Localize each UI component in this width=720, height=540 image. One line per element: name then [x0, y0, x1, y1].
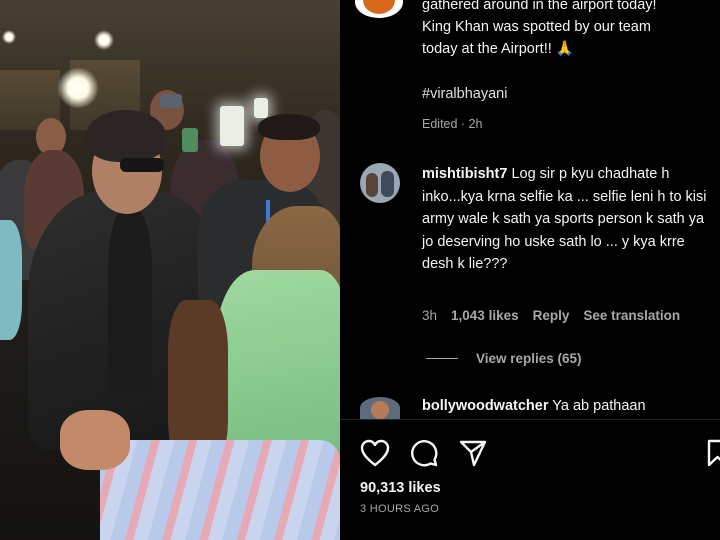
heart-icon[interactable] [360, 439, 390, 467]
see-translation-button[interactable]: See translation [583, 308, 680, 323]
share-icon[interactable] [458, 438, 488, 468]
post-timestamp: 3 HOURS AGO [360, 503, 440, 515]
hashtag-link[interactable]: #viralbhayani [422, 86, 507, 102]
edited-timestamp: Edited · 2h [422, 117, 483, 131]
view-replies-button[interactable]: View replies (65) [426, 351, 582, 366]
comment-icon[interactable] [409, 438, 439, 468]
author-avatar[interactable] [355, 0, 403, 18]
commenter-avatar[interactable] [360, 163, 400, 203]
comment-likes[interactable]: 1,043 likes [451, 308, 519, 323]
bookmark-icon[interactable] [706, 439, 720, 467]
commenter-avatar[interactable] [360, 397, 400, 419]
comment-time: 3h [422, 308, 438, 323]
comment-username[interactable]: mishtibisht7 [422, 166, 507, 182]
like-count[interactable]: 90,313 likes [360, 480, 441, 496]
comment-username[interactable]: bollywoodwatcher [422, 398, 549, 414]
comment-text: bollywoodwatcher Ya ab pathaan [422, 398, 646, 414]
post-photo[interactable] [0, 0, 340, 540]
reply-button[interactable]: Reply [533, 308, 570, 323]
comment-text: mishtibisht7 Log sir p kyu chadhate h in… [422, 166, 707, 272]
post-side-panel: gathered around in the airport today! Ki… [340, 0, 720, 540]
comment-meta: 3h 1,043 likes Reply See translation [422, 308, 680, 323]
post-caption: gathered around in the airport today! Ki… [422, 0, 657, 57]
